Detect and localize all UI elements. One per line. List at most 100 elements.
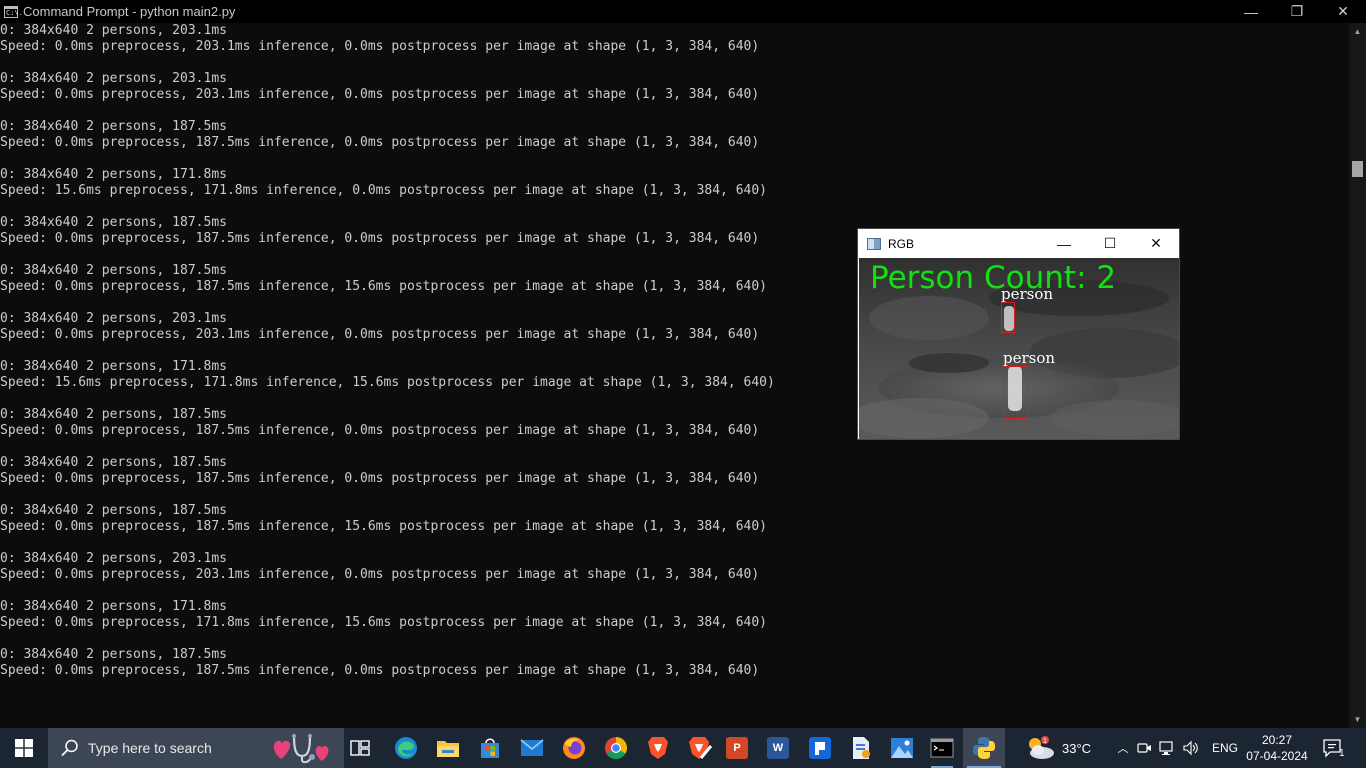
folder-icon <box>437 741 459 757</box>
console-speed-line: Speed: 0.0ms preprocess, 187.5ms inferen… <box>0 135 760 150</box>
detection-label: person <box>1003 349 1056 367</box>
app-icon <box>809 737 831 759</box>
console-entry: 0: 384x640 2 persons, 203.1ms Speed: 0.0m… <box>0 71 1349 119</box>
console-entry: 0: 384x640 2 persons, 187.5ms Speed: 0.0m… <box>0 647 1349 695</box>
close-icon: ✕ <box>1150 235 1162 251</box>
taskbar-search-box[interactable]: Type here to search <box>48 728 344 768</box>
python-icon <box>973 737 995 759</box>
maximize-icon: ☐ <box>1103 235 1117 251</box>
console-summary-line: 0: 384x640 2 persons, 203.1ms <box>0 23 227 38</box>
document-icon <box>853 737 870 759</box>
close-icon: ✕ <box>1337 3 1349 19</box>
taskbar-mail[interactable] <box>511 728 553 768</box>
windows-logo-icon <box>15 739 33 757</box>
clock-time: 20:27 <box>1261 733 1293 747</box>
taskbar-photos[interactable] <box>881 728 923 768</box>
taskbar-command-prompt[interactable] <box>921 728 963 768</box>
taskbar-powerpoint[interactable]: P <box>716 728 758 768</box>
scroll-down-arrow-icon[interactable]: ▼ <box>1349 711 1366 728</box>
photos-icon <box>891 738 913 758</box>
rgb-titlebar: RGB — ☐ ✕ <box>858 229 1179 258</box>
meet-now-icon[interactable] <box>1136 740 1152 756</box>
detection-box <box>1003 366 1028 419</box>
firefox-icon <box>563 737 585 759</box>
taskbar-task-view[interactable] <box>339 728 381 768</box>
input-language[interactable]: ENG <box>1212 741 1238 755</box>
system-tray: ︿ ENG <box>1114 728 1238 768</box>
scroll-up-arrow-icon[interactable]: ▲ <box>1349 23 1366 40</box>
task-view-icon <box>350 740 370 756</box>
console-speed-line: Speed: 0.0ms preprocess, 187.5ms inferen… <box>0 471 760 486</box>
taskbar-file-viewer[interactable] <box>840 728 882 768</box>
chrome-icon <box>605 737 627 759</box>
taskbar-app-blue[interactable] <box>799 728 841 768</box>
taskbar: Type here to search P W 1 33°C ︿ ENG 20:… <box>0 728 1366 768</box>
console-entry: 0: 384x640 2 persons, 187.5ms Speed: 0.0m… <box>0 503 1349 551</box>
console-entry: 0: 384x640 2 persons, 187.5ms Speed: 0.0m… <box>0 119 1349 167</box>
console-entry: 0: 384x640 2 persons, 203.1ms Speed: 0.0m… <box>0 551 1349 599</box>
opencv-window-icon <box>867 237 881 250</box>
scrollbar-thumb[interactable] <box>1352 161 1363 177</box>
store-icon <box>481 738 499 758</box>
taskbar-word[interactable]: W <box>757 728 799 768</box>
console-entry: 0: 384x640 2 persons, 171.8ms Speed: 0.0m… <box>0 599 1349 647</box>
word-icon: W <box>767 737 789 759</box>
console-summary-line: 0: 384x640 2 persons, 187.5ms <box>0 647 227 662</box>
window-controls: — ❐ ✕ <box>1228 0 1366 23</box>
start-button[interactable] <box>0 728 48 768</box>
console-speed-line: Speed: 0.0ms preprocess, 187.5ms inferen… <box>0 519 768 534</box>
window-title: Command Prompt - python main2.py <box>23 4 236 19</box>
taskbar-edge[interactable] <box>385 728 427 768</box>
search-highlight-icon <box>273 734 329 764</box>
weather-temperature: 33°C <box>1062 740 1092 756</box>
restore-button[interactable]: ❐ <box>1274 0 1320 23</box>
console-speed-line: Speed: 0.0ms preprocess, 203.1ms inferen… <box>0 87 760 102</box>
console-summary-line: 0: 384x640 2 persons, 171.8ms <box>0 599 227 614</box>
console-summary-line: 0: 384x640 2 persons, 187.5ms <box>0 455 227 470</box>
console-summary-line: 0: 384x640 2 persons, 187.5ms <box>0 503 227 518</box>
weather-widget[interactable]: 1 33°C <box>1024 728 1091 768</box>
rgb-minimize-button[interactable]: — <box>1041 229 1087 258</box>
minimize-button[interactable]: — <box>1228 0 1274 23</box>
svg-text:1: 1 <box>1043 738 1047 745</box>
terminal-icon <box>930 738 954 758</box>
clock[interactable]: 20:27 07-04-2024 <box>1244 728 1310 768</box>
person-count-text: Person Count: 2 <box>870 260 1117 296</box>
rgb-maximize-button[interactable]: ☐ <box>1087 229 1133 258</box>
notification-center-button[interactable]: 1 <box>1322 728 1345 768</box>
network-icon[interactable] <box>1158 740 1176 756</box>
taskbar-brave-alt[interactable] <box>679 728 721 768</box>
powerpoint-icon: P <box>726 737 748 759</box>
brave-icon <box>689 737 712 759</box>
rgb-window-title: RGB <box>888 236 915 251</box>
console-speed-line: Speed: 0.0ms preprocess, 187.5ms inferen… <box>0 663 760 678</box>
mail-icon <box>520 739 544 756</box>
console-speed-line: Speed: 0.0ms preprocess, 203.1ms inferen… <box>0 567 760 582</box>
show-hidden-icons-chevron-icon[interactable]: ︿ <box>1114 740 1132 756</box>
taskbar-brave[interactable] <box>637 728 679 768</box>
console-entry: 0: 384x640 2 persons, 171.8ms Speed: 15.6… <box>0 167 1349 215</box>
console-entry: 0: 384x640 2 persons, 187.5ms Speed: 0.0m… <box>0 455 1349 503</box>
command-prompt-icon: C:\. <box>4 5 23 18</box>
console-scrollbar[interactable]: ▲ ▼ <box>1349 23 1366 728</box>
taskbar-store[interactable] <box>469 728 511 768</box>
console-summary-line: 0: 384x640 2 persons, 203.1ms <box>0 71 227 86</box>
console-titlebar: C:\. Command Prompt - python main2.py — … <box>0 0 1366 23</box>
close-button[interactable]: ✕ <box>1320 0 1366 23</box>
taskbar-file-explorer[interactable] <box>427 728 469 768</box>
taskbar-chrome[interactable] <box>595 728 637 768</box>
detection-label: person <box>1001 285 1054 303</box>
command-prompt-icon-text: C:\. <box>6 8 23 17</box>
search-placeholder: Type here to search <box>88 740 212 756</box>
console-summary-line: 0: 384x640 2 persons, 171.8ms <box>0 167 227 182</box>
notification-count: 1 <box>1339 747 1345 759</box>
volume-icon[interactable] <box>1182 740 1200 756</box>
console-summary-line: 0: 384x640 2 persons, 187.5ms <box>0 119 227 134</box>
rgb-window[interactable]: RGB — ☐ ✕ Person Count: 2 person person <box>858 229 1179 439</box>
rgb-close-button[interactable]: ✕ <box>1133 229 1179 258</box>
console-summary-line: 0: 384x640 2 persons, 203.1ms <box>0 551 227 566</box>
taskbar-python[interactable] <box>963 728 1005 768</box>
rgb-window-controls: — ☐ ✕ <box>1041 229 1179 258</box>
brave-icon <box>648 737 668 759</box>
taskbar-firefox[interactable] <box>553 728 595 768</box>
